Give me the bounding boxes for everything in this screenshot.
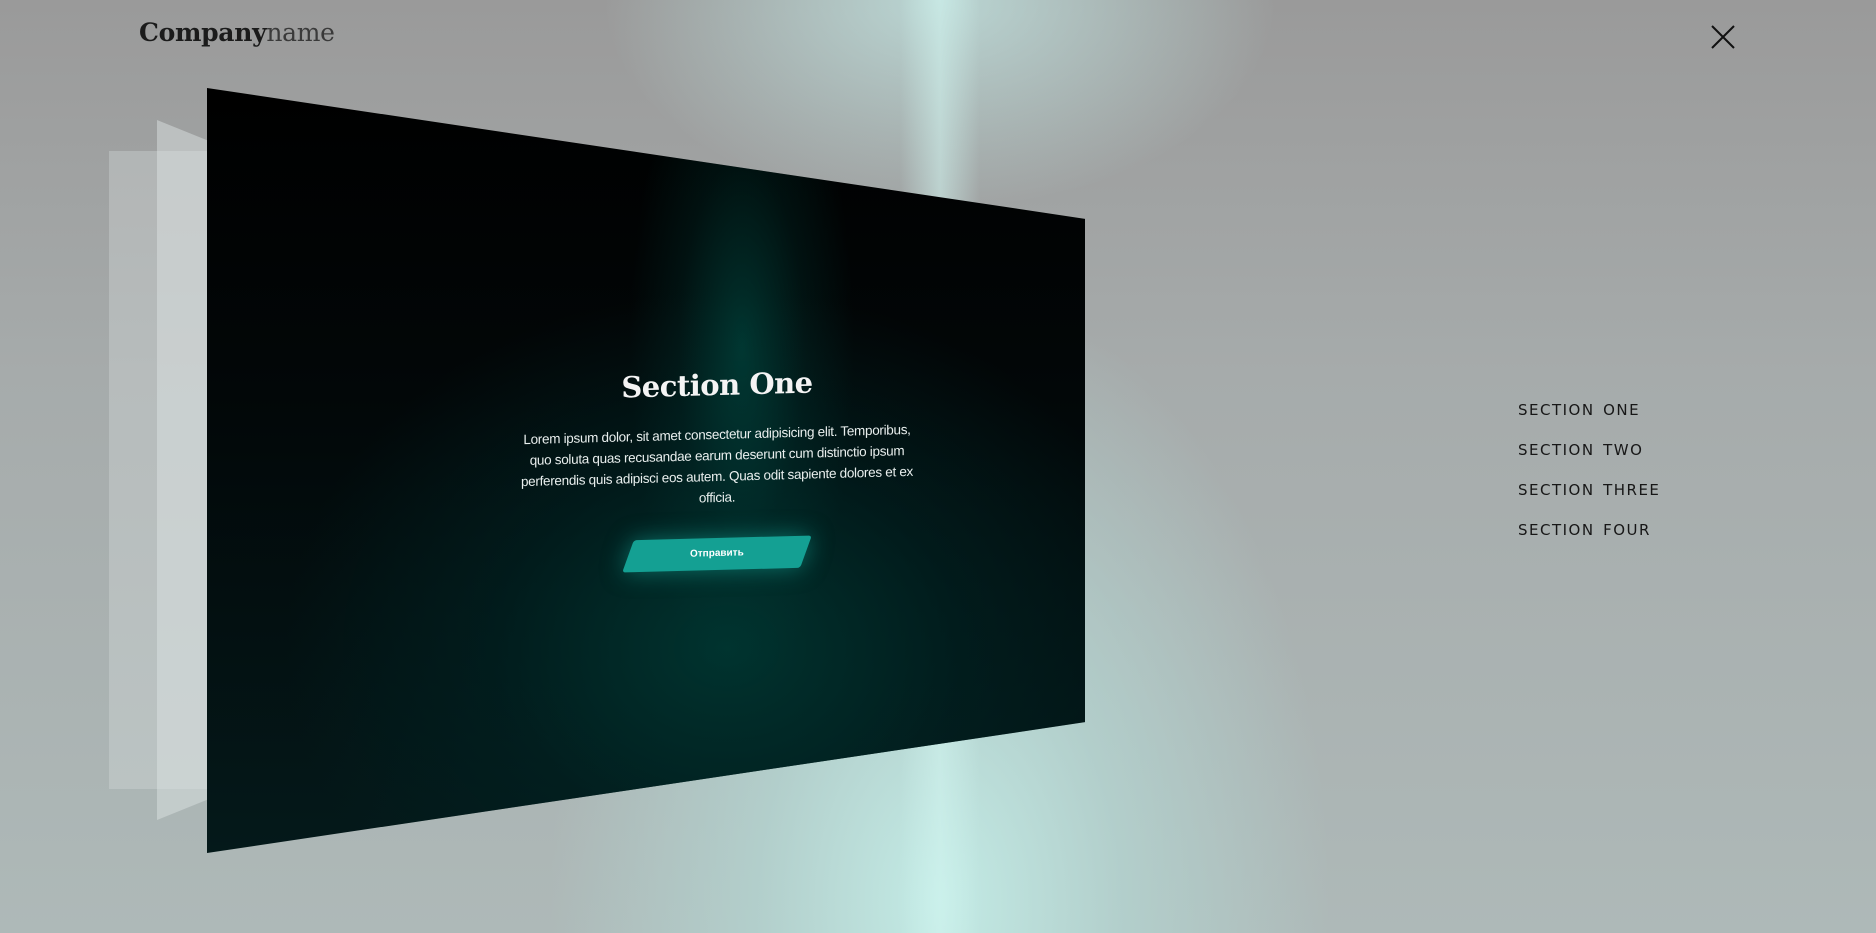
nav-item-section-two[interactable]: section two bbox=[1518, 434, 1660, 474]
section-card: Section One Lorem ipsum dolor, sit amet … bbox=[207, 88, 1085, 853]
nav-item-section-one[interactable]: section one bbox=[1518, 394, 1660, 434]
section-description: Lorem ipsum dolor, sit amet consectetur … bbox=[520, 421, 914, 506]
background-panel bbox=[109, 151, 209, 789]
close-button[interactable] bbox=[1706, 20, 1740, 54]
nav-item-section-four[interactable]: section four bbox=[1518, 514, 1660, 554]
light-ray bbox=[900, 0, 980, 933]
submit-button-label: Отправить bbox=[690, 547, 744, 560]
section-nav: section one section two section three se… bbox=[1518, 394, 1660, 554]
section-title: Section One bbox=[621, 365, 813, 405]
section-card-content: Section One Lorem ipsum dolor, sit amet … bbox=[517, 363, 917, 575]
background-panel bbox=[157, 120, 209, 820]
close-icon bbox=[1711, 25, 1735, 49]
nav-item-section-three[interactable]: section three bbox=[1518, 474, 1660, 514]
company-logo[interactable]: Companyname bbox=[139, 18, 335, 47]
brand-bold-text: Company bbox=[139, 18, 267, 47]
submit-button[interactable]: Отправить bbox=[622, 535, 812, 573]
brand-light-text: name bbox=[266, 18, 335, 47]
